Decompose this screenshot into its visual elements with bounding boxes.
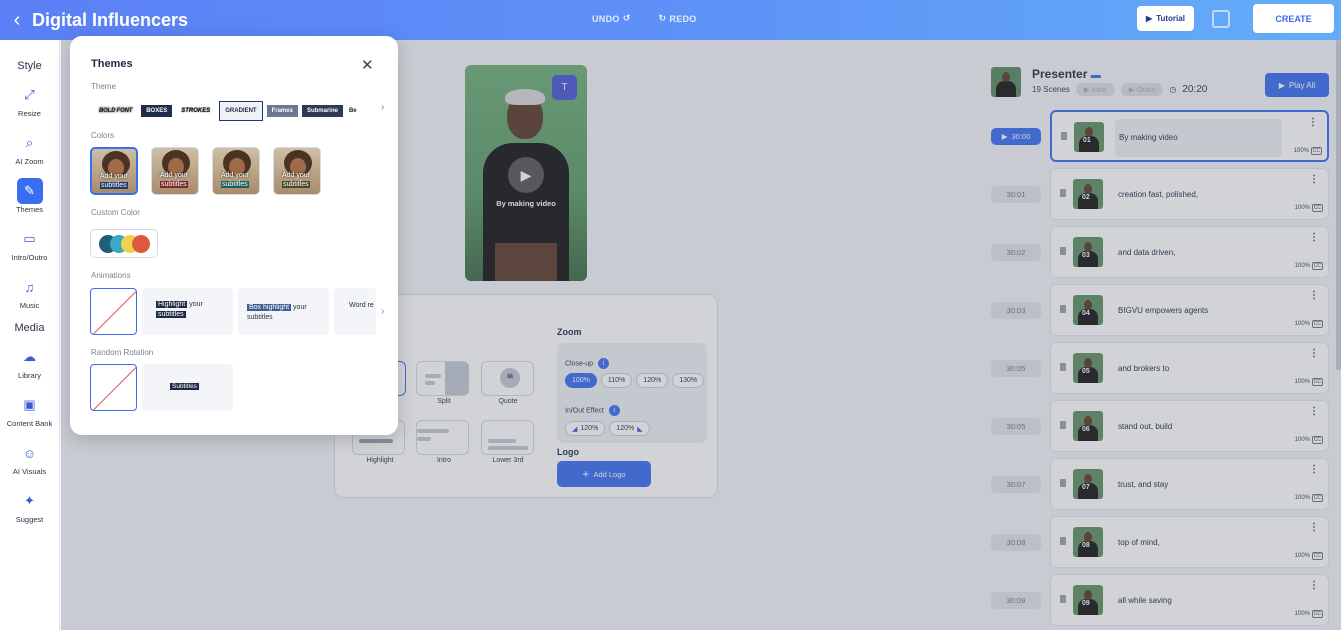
sidebar-item-label: Resize: [18, 109, 41, 118]
content-bank-icon: ▣: [23, 397, 36, 412]
tutorial-button[interactable]: ▶ Tutorial: [1137, 6, 1194, 31]
anim-text: subtitles: [156, 311, 186, 318]
left-sidebar: Style ⤢ Resize ⌕ AI Zoom ✎ Themes ▭ Intr…: [0, 40, 60, 630]
colors-section-label: Colors: [91, 131, 115, 140]
create-button[interactable]: CREATE: [1253, 4, 1334, 33]
color-preview-text: subtitles: [100, 182, 128, 189]
color-options: Add your subtitles Add your subtitles Ad…: [90, 147, 321, 195]
modal-title: Themes: [91, 58, 133, 70]
animation-box-highlight[interactable]: Box highlight your subtitles: [238, 288, 329, 335]
tutorial-label: Tutorial: [1156, 14, 1185, 23]
sidebar-item-label: Library: [18, 371, 41, 380]
theme-boxes[interactable]: BOXES: [141, 105, 173, 117]
color-option-4[interactable]: Add your subtitles: [273, 147, 321, 195]
anim-text: Highlight: [156, 301, 188, 308]
themes-modal: Themes ✕ Theme BOLD FONT BOXES STROKES G…: [70, 36, 398, 435]
sidebar-item-label: AI Zoom: [15, 157, 44, 166]
back-chevron-icon[interactable]: ‹: [0, 0, 34, 40]
redo-button[interactable]: ↻ REDO: [659, 13, 697, 24]
color-preview-text: Add your: [100, 173, 129, 180]
undo-icon: ↺: [622, 13, 631, 23]
project-title: Digital Influencers: [32, 9, 189, 30]
sidebar-item-music[interactable]: ♫ Music: [0, 274, 59, 311]
anim-text: your: [189, 301, 203, 308]
sidebar-item-label: Music: [19, 301, 40, 310]
play-icon: ▶: [1146, 14, 1153, 23]
anim-text: Word re: [349, 302, 374, 309]
color-option-3[interactable]: Add your subtitles: [212, 147, 260, 195]
fullscreen-icon[interactable]: [1212, 10, 1230, 28]
undo-label: UNDO: [592, 13, 620, 24]
sidebar-item-resize[interactable]: ⤢ Resize: [0, 82, 59, 118]
redo-label: REDO: [669, 13, 697, 24]
top-header: ‹ Digital Influencers UNDO ↺ ↻ REDO ▶ Tuto…: [0, 0, 1341, 40]
sidebar-item-label: Content Bank: [6, 419, 53, 428]
animations-label: Animations: [91, 271, 131, 280]
intro-outro-icon: ▭: [23, 231, 36, 246]
chevron-right-icon[interactable]: ›: [381, 102, 384, 113]
ai-zoom-icon: ⌕: [25, 135, 34, 150]
anim-text: Box highlight: [247, 304, 292, 311]
color-preview-text: Add your: [282, 172, 311, 179]
rotation-options: Subtitles: [90, 364, 233, 411]
media-section-title: Media: [14, 322, 45, 334]
style-section-title: Style: [17, 60, 42, 72]
close-icon[interactable]: ✕: [361, 56, 374, 74]
chevron-right-icon[interactable]: ›: [381, 306, 384, 317]
theme-bold-font[interactable]: BOLD FONT: [94, 105, 138, 117]
custom-color-label: Custom Color: [91, 208, 140, 217]
animation-options: Highlight your subtitles Box highlight y…: [90, 288, 376, 335]
ai-visuals-icon: ☺: [22, 445, 37, 461]
redo-icon: ↻: [658, 13, 667, 23]
sidebar-item-library[interactable]: ☁ Library: [0, 344, 59, 380]
color-preview-text: subtitles: [160, 181, 188, 188]
sidebar-item-ai-zoom[interactable]: ⌕ AI Zoom: [0, 130, 59, 166]
undo-button[interactable]: UNDO ↺: [592, 13, 631, 24]
theme-be[interactable]: Be: [346, 105, 359, 117]
sidebar-item-label: Themes: [15, 205, 44, 214]
resize-icon: ⤢: [24, 87, 35, 102]
color-swatch: [132, 235, 150, 253]
color-preview-text: subtitles: [221, 181, 249, 188]
sidebar-item-label: Intro/Outro: [11, 253, 48, 262]
music-icon: ♫: [24, 279, 35, 295]
rotation-none[interactable]: [90, 364, 137, 411]
sidebar-item-label: Suggest: [15, 515, 44, 524]
suggest-icon: ✦: [24, 493, 35, 508]
animation-none[interactable]: [90, 288, 137, 335]
theme-submarine[interactable]: Submarine: [301, 105, 343, 117]
themes-icon: ✎: [16, 178, 43, 204]
animation-word-reveal[interactable]: Word re: [334, 288, 376, 335]
sidebar-item-label: AI Visuals: [12, 467, 47, 476]
sidebar-item-ai-visuals[interactable]: ☺ AI Visuals: [0, 440, 59, 477]
color-preview-text: subtitles: [282, 181, 310, 188]
sidebar-item-themes[interactable]: ✎ Themes: [0, 178, 59, 214]
color-option-1[interactable]: Add your subtitles: [90, 147, 138, 195]
animation-highlight[interactable]: Highlight your subtitles: [142, 288, 233, 335]
color-preview-text: Add your: [221, 172, 250, 179]
anim-text: subtitles: [247, 314, 273, 321]
undo-redo-group: UNDO ↺ ↻ REDO: [592, 13, 697, 24]
color-option-2[interactable]: Add your subtitles: [151, 147, 199, 195]
rotation-subtitles[interactable]: Subtitles: [142, 364, 233, 411]
color-preview-text: Add your: [160, 172, 189, 179]
sidebar-item-content-bank[interactable]: ▣ Content Bank: [0, 392, 59, 428]
theme-options: BOLD FONT BOXES STROKES GRADIENT Frames …: [94, 101, 359, 121]
random-rotation-label: Random Rotation: [91, 348, 154, 357]
theme-strokes[interactable]: STROKES: [176, 105, 216, 117]
anim-text: Subtitles: [170, 383, 199, 390]
theme-gradient[interactable]: GRADIENT: [219, 101, 263, 121]
theme-frames[interactable]: Frames: [266, 105, 298, 117]
sidebar-item-intro-outro[interactable]: ▭ Intro/Outro: [0, 226, 59, 262]
anim-text: your: [293, 304, 307, 311]
theme-section-label: Theme: [91, 82, 116, 91]
custom-color-picker[interactable]: [90, 229, 158, 258]
library-icon: ☁: [23, 349, 36, 364]
sidebar-item-suggest[interactable]: ✦ Suggest: [0, 488, 59, 524]
